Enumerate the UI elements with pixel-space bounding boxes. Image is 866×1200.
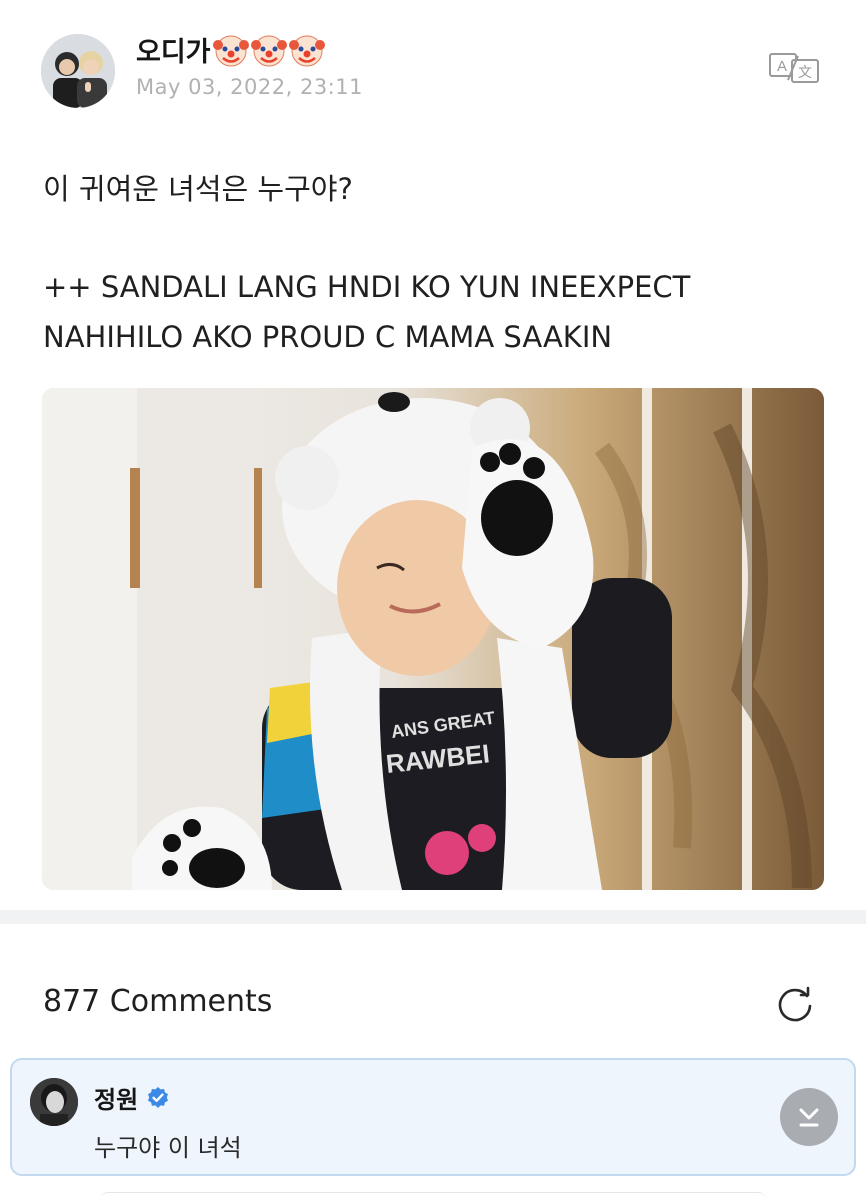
comment-author[interactable]: 정원 bbox=[94, 1080, 170, 1115]
svg-text:文: 文 bbox=[798, 65, 812, 81]
comments-header: 877 Comments bbox=[0, 924, 866, 1054]
clown-face-icon bbox=[288, 32, 325, 68]
clown-face-icon bbox=[250, 32, 287, 68]
post-text-line: 이 귀여운 녀석은 누구야? bbox=[43, 172, 353, 206]
clown-face-icon bbox=[212, 32, 249, 68]
comments-count: 877 Comments bbox=[43, 984, 273, 1019]
pinned-comment[interactable]: 정원 누구야 이 녀석 bbox=[10, 1058, 856, 1176]
translate-button[interactable]: A 文 bbox=[768, 50, 822, 86]
refresh-icon bbox=[778, 986, 812, 1022]
next-card-edge bbox=[100, 1192, 766, 1200]
post-body-text: 이 귀여운 녀석은 누구야? ++ SANDALI LANG HNDI KO Y… bbox=[43, 164, 833, 362]
expand-button[interactable] bbox=[780, 1088, 838, 1146]
refresh-button[interactable] bbox=[774, 984, 816, 1026]
post-text-line: ++ SANDALI LANG HNDI KO YUN INEEXPECT NA… bbox=[43, 270, 691, 354]
comment-author-name: 정원 bbox=[94, 1086, 139, 1114]
author-name[interactable]: 오디가 bbox=[136, 30, 325, 69]
post-image[interactable]: ANS GREAT RAWBEI bbox=[42, 388, 824, 890]
post-date: May 03, 2022, 23:11 bbox=[136, 75, 363, 99]
author-name-text: 오디가 bbox=[136, 37, 211, 68]
post-header: 오디가 May 03, 2022, 23:11 A 文 bbox=[0, 0, 866, 130]
svg-text:A: A bbox=[777, 58, 787, 75]
verified-badge-icon bbox=[148, 1086, 169, 1108]
comment-avatar[interactable] bbox=[30, 1078, 78, 1126]
chevron-down-icon bbox=[799, 1108, 819, 1127]
author-avatar[interactable] bbox=[41, 34, 115, 108]
translate-icon: A 文 bbox=[769, 53, 819, 83]
comment-text: 누구야 이 녀석 bbox=[94, 1134, 242, 1162]
post-page: 오디가 May 03, 2022, 23:11 A 文 이 귀여운 녀석은 누구… bbox=[0, 0, 866, 1200]
section-divider bbox=[0, 910, 866, 924]
